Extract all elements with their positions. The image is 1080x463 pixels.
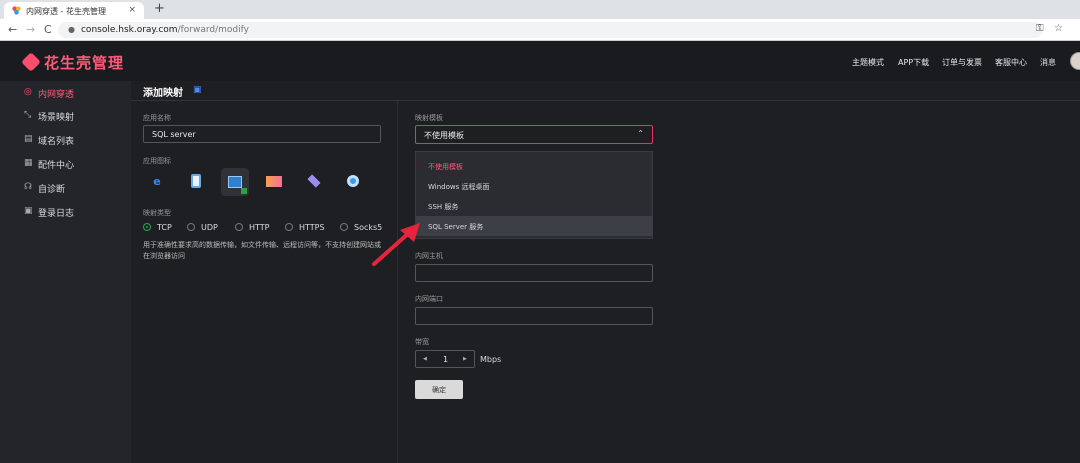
bandwidth-unit: Mbps	[480, 355, 502, 364]
sidebar-item-label: 登录日志	[38, 209, 75, 219]
diagnose-icon: ☊	[24, 182, 32, 192]
inner-port-label: 内网端口	[415, 295, 443, 303]
log-icon: ▣	[24, 206, 33, 216]
app-name-input[interactable]: SQL server	[143, 125, 381, 143]
browser-tab[interactable]: 内网穿透 - 花生壳管理 ×	[4, 2, 144, 19]
template-select-value: 不使用模板	[424, 131, 464, 140]
sidebar-item-label: 域名列表	[38, 137, 75, 147]
ie-icon[interactable]: e	[148, 172, 166, 190]
avatar[interactable]	[1070, 52, 1080, 70]
back-icon[interactable]: ←	[8, 23, 17, 36]
radio-udp[interactable]: UDP	[187, 223, 218, 232]
nav-app-download[interactable]: APP下载	[898, 57, 929, 68]
template-label: 映射模板	[415, 114, 443, 122]
link-icon: ◎	[24, 87, 32, 97]
template-select[interactable]: 不使用模板 ⌃	[415, 125, 653, 144]
app-name-label: 应用名称	[143, 114, 171, 122]
reload-icon[interactable]: C	[44, 23, 52, 36]
sidebar-item-accessories[interactable]: ▦ 配件中心	[0, 152, 131, 174]
sidebar-item-login-log[interactable]: ▣ 登录日志	[0, 200, 131, 222]
app-header: 花生壳管理 主题模式 APP下载 订单与发票 客服中心 消息	[0, 41, 1080, 81]
map-type-label: 映射类型	[143, 209, 171, 217]
bandwidth-label: 带宽	[415, 338, 429, 346]
inner-host-input[interactable]	[415, 264, 653, 282]
chevron-up-icon: ⌃	[637, 129, 644, 138]
column-divider	[397, 101, 398, 463]
logo[interactable]: 花生壳管理	[21, 52, 125, 73]
star-icon[interactable]: ☆	[1054, 23, 1063, 34]
template-option[interactable]: SSH 服务	[416, 196, 652, 216]
scene-icon: ⤡	[24, 110, 32, 120]
annotation-arrow-icon	[372, 223, 420, 266]
url-host: console.hsk.oray.com	[80, 25, 178, 35]
oray-favicon-icon	[12, 6, 21, 15]
nav-support[interactable]: 客服中心	[995, 57, 1027, 68]
url-input[interactable]: ● console.hsk.oray.com/forward/modify	[58, 22, 1043, 38]
doc-icon[interactable]: ▣	[193, 85, 202, 95]
logo-icon	[21, 52, 41, 72]
page-title: 添加映射	[143, 88, 183, 99]
grid-icon: ▦	[24, 158, 33, 168]
inner-port-input[interactable]	[415, 307, 653, 325]
address-bar-row: ← → C ● console.hsk.oray.com/forward/modi…	[0, 19, 1080, 41]
url-path: /forward/modify	[177, 25, 249, 35]
bandwidth-value: 1	[443, 355, 449, 364]
decrement-icon[interactable]: ◀	[423, 356, 427, 362]
sidebar: ◎ 内网穿透 ⤡ 场景映射 ▤ 域名列表 ▦ 配件中心 ☊ 自诊断 ▣ 登录日志	[0, 81, 131, 463]
app-icon-label: 应用图标	[143, 157, 171, 165]
sidebar-item-label: 内网穿透	[38, 90, 75, 100]
template-option[interactable]: SQL Server 服务	[416, 216, 652, 236]
photo-icon[interactable]	[265, 172, 283, 190]
tab-title: 内网穿透 - 花生壳管理	[26, 7, 106, 16]
title-divider	[131, 100, 1080, 101]
lock-icon: ●	[68, 25, 75, 34]
browser-tabstrip: 内网穿透 - 花生壳管理 × +	[0, 0, 1080, 19]
monitor-icon[interactable]	[221, 168, 249, 196]
new-tab-button[interactable]: +	[154, 1, 165, 16]
radio-tcp[interactable]: TCP	[143, 223, 172, 232]
sidebar-item-label: 配件中心	[38, 161, 75, 171]
forward-icon[interactable]: →	[26, 23, 35, 36]
key-icon[interactable]: ⚿	[1036, 23, 1044, 34]
sidebar-item-scene[interactable]: ⤡ 场景映射	[0, 104, 131, 126]
nav-theme[interactable]: 主题模式	[852, 57, 884, 68]
tablet-icon[interactable]	[187, 172, 205, 190]
sidebar-item-intranet[interactable]: ◎ 内网穿透	[0, 81, 131, 103]
confirm-button[interactable]: 确定	[415, 380, 463, 399]
nav-orders[interactable]: 订单与发票	[942, 57, 982, 68]
sidebar-item-label: 场景映射	[38, 113, 75, 123]
sidebar-item-diagnose[interactable]: ☊ 自诊断	[0, 176, 131, 198]
logo-text: 花生壳管理	[44, 54, 125, 72]
tab-close-icon[interactable]: ×	[128, 5, 136, 15]
template-option[interactable]: Windows 远程桌面	[416, 176, 652, 196]
template-option[interactable]: 不使用模板	[416, 156, 652, 176]
nav-messages[interactable]: 消息	[1040, 57, 1056, 68]
domain-icon: ▤	[24, 134, 33, 144]
sidebar-item-label: 自诊断	[38, 185, 66, 195]
layers-icon[interactable]	[305, 172, 323, 190]
template-dropdown: 不使用模板 Windows 远程桌面 SSH 服务 SQL Server 服务	[415, 151, 653, 239]
bandwidth-stepper[interactable]: ◀ 1 ▶	[415, 350, 475, 368]
increment-icon[interactable]: ▶	[463, 356, 467, 362]
webcam-icon[interactable]	[344, 172, 362, 190]
type-help-text: 用于准确性要求高的数据传输，如文件传输、远程访问等，不支持创建网站或在浏览器访问	[143, 241, 381, 260]
radio-http[interactable]: HTTP	[235, 223, 269, 232]
sidebar-item-domains[interactable]: ▤ 域名列表	[0, 128, 131, 150]
radio-https[interactable]: HTTPS	[285, 223, 325, 232]
